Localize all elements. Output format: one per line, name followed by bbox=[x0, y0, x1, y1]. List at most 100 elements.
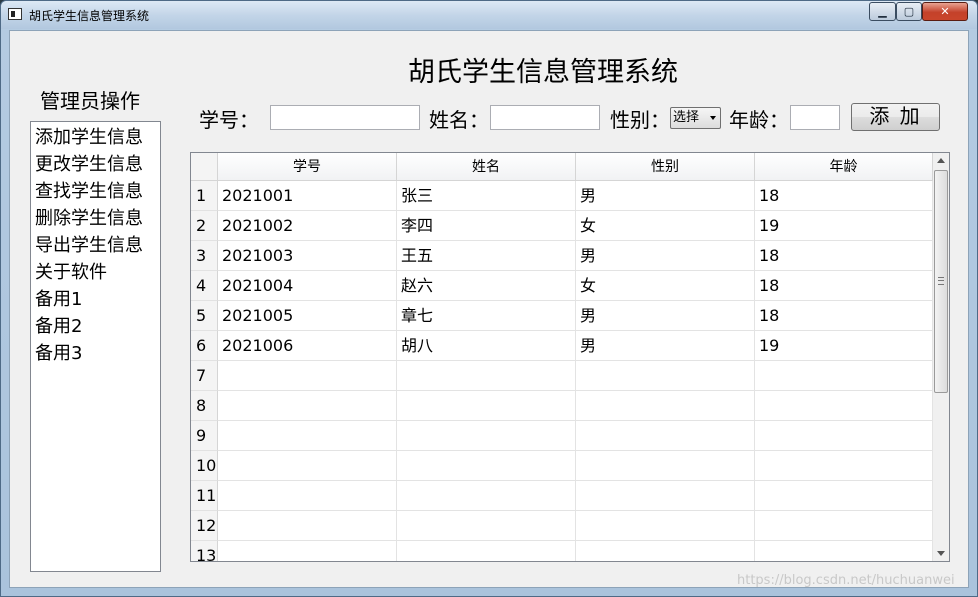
row-header[interactable]: 10 bbox=[191, 451, 218, 481]
student-table[interactable]: 学号 姓名 性别 年龄 1 2021001 张三男 18 2 2021002 李四女 19 3 20210… bbox=[190, 152, 950, 562]
table-cell[interactable]: 18 bbox=[755, 301, 933, 331]
row-header[interactable]: 13 bbox=[191, 541, 218, 561]
vertical-scrollbar[interactable] bbox=[932, 153, 949, 561]
table-cell[interactable] bbox=[397, 391, 576, 421]
table-cell[interactable] bbox=[218, 451, 397, 481]
table-cell[interactable] bbox=[218, 391, 397, 421]
table-cell[interactable]: 女 bbox=[576, 211, 755, 241]
table-cell[interactable] bbox=[218, 511, 397, 541]
table-cell[interactable] bbox=[576, 361, 755, 391]
table-cell[interactable] bbox=[218, 481, 397, 511]
table-cell[interactable]: 18 bbox=[755, 241, 933, 271]
table-corner-button[interactable] bbox=[191, 153, 218, 181]
table-cell[interactable] bbox=[397, 481, 576, 511]
student-id-label: 学号： bbox=[199, 108, 259, 132]
table-cell[interactable]: 男 bbox=[576, 241, 755, 271]
row-header[interactable]: 1 bbox=[191, 181, 218, 211]
table-cell[interactable] bbox=[755, 451, 933, 481]
column-header[interactable]: 姓名 bbox=[397, 153, 576, 181]
row-header[interactable]: 12 bbox=[191, 511, 218, 541]
close-button[interactable]: ✕ bbox=[922, 2, 968, 21]
operation-list[interactable]: 添加学生信息 更改学生信息 查找学生信息 删除学生信息 导出学生信息 关于软件 备用1 备用2… bbox=[30, 121, 161, 572]
gender-select[interactable]: 选择 bbox=[670, 107, 721, 129]
column-header[interactable]: 年龄 bbox=[755, 153, 933, 181]
table-cell[interactable] bbox=[755, 511, 933, 541]
list-item[interactable]: 关于软件 bbox=[31, 259, 160, 286]
row-header[interactable]: 7 bbox=[191, 361, 218, 391]
table-cell[interactable] bbox=[755, 541, 933, 561]
table-cell[interactable]: 2021002 bbox=[218, 211, 397, 241]
title-bar[interactable]: 胡氏学生信息管理系统 ▁ ▢ ✕ bbox=[1, 1, 977, 29]
row-header[interactable]: 2 bbox=[191, 211, 218, 241]
table-cell[interactable] bbox=[576, 481, 755, 511]
table-cell[interactable]: 胡八 bbox=[397, 331, 576, 361]
row-header[interactable]: 8 bbox=[191, 391, 218, 421]
table-cell[interactable] bbox=[397, 511, 576, 541]
table-cell[interactable] bbox=[397, 541, 576, 561]
table-cell[interactable] bbox=[755, 421, 933, 451]
table-cell[interactable] bbox=[218, 541, 397, 561]
table-cell[interactable]: 2021005 bbox=[218, 301, 397, 331]
table-cell[interactable]: 女 bbox=[576, 271, 755, 301]
list-item[interactable]: 删除学生信息 bbox=[31, 205, 160, 232]
table-cell[interactable]: 赵六 bbox=[397, 271, 576, 301]
table-cell[interactable] bbox=[755, 361, 933, 391]
list-item[interactable]: 添加学生信息 bbox=[31, 124, 160, 151]
app-window: 胡氏学生信息管理系统 ▁ ▢ ✕ 管理员操作 添加学生信息 更改学生信息 查找学生信… bbox=[0, 0, 978, 597]
grip-icon bbox=[938, 277, 944, 285]
table-cell[interactable] bbox=[755, 481, 933, 511]
row-header[interactable]: 6 bbox=[191, 331, 218, 361]
table-cell[interactable]: 男 bbox=[576, 181, 755, 211]
table-cell[interactable]: 19 bbox=[755, 331, 933, 361]
age-input[interactable] bbox=[790, 105, 840, 130]
scrollbar-thumb[interactable] bbox=[934, 170, 948, 393]
watermark: https://blog.csdn.net/huchuanwei bbox=[737, 573, 955, 588]
page-title: 胡氏学生信息管理系统 bbox=[408, 57, 678, 88]
table-cell[interactable] bbox=[397, 361, 576, 391]
table-cell[interactable]: 男 bbox=[576, 301, 755, 331]
table-cell[interactable] bbox=[576, 391, 755, 421]
minimize-button[interactable]: ▁ bbox=[869, 2, 896, 21]
maximize-button[interactable]: ▢ bbox=[896, 2, 922, 21]
row-header[interactable]: 5 bbox=[191, 301, 218, 331]
list-item[interactable]: 更改学生信息 bbox=[31, 151, 160, 178]
table-cell[interactable] bbox=[218, 421, 397, 451]
table-cell[interactable]: 18 bbox=[755, 271, 933, 301]
table-cell[interactable]: 2021006 bbox=[218, 331, 397, 361]
table-cell[interactable] bbox=[755, 391, 933, 421]
row-header[interactable]: 4 bbox=[191, 271, 218, 301]
table-cell[interactable]: 19 bbox=[755, 211, 933, 241]
list-item[interactable]: 备用3 bbox=[31, 340, 160, 367]
row-header[interactable]: 9 bbox=[191, 421, 218, 451]
table-cell[interactable]: 2021001 bbox=[218, 181, 397, 211]
student-id-input[interactable] bbox=[270, 105, 420, 130]
table-cell[interactable]: 18 bbox=[755, 181, 933, 211]
row-header[interactable]: 11 bbox=[191, 481, 218, 511]
column-header[interactable]: 学号 bbox=[218, 153, 397, 181]
table-cell[interactable] bbox=[576, 421, 755, 451]
table-cell[interactable]: 王五 bbox=[397, 241, 576, 271]
table-cell[interactable]: 2021003 bbox=[218, 241, 397, 271]
table-cell[interactable] bbox=[576, 511, 755, 541]
column-header[interactable]: 性别 bbox=[576, 153, 755, 181]
table-cell[interactable]: 李四 bbox=[397, 211, 576, 241]
table-cell[interactable] bbox=[576, 541, 755, 561]
list-item[interactable]: 查找学生信息 bbox=[31, 178, 160, 205]
table-cell[interactable] bbox=[218, 361, 397, 391]
list-item[interactable]: 备用2 bbox=[31, 313, 160, 340]
table-cell[interactable]: 张三 bbox=[397, 181, 576, 211]
table-cell[interactable] bbox=[576, 451, 755, 481]
table-cell[interactable]: 章七 bbox=[397, 301, 576, 331]
table-cell[interactable]: 2021004 bbox=[218, 271, 397, 301]
scroll-up-arrow-icon[interactable] bbox=[937, 158, 945, 163]
window-title: 胡氏学生信息管理系统 bbox=[29, 9, 150, 23]
add-button[interactable]: 添 加 bbox=[851, 103, 940, 131]
name-input[interactable] bbox=[490, 105, 600, 130]
list-item[interactable]: 导出学生信息 bbox=[31, 232, 160, 259]
list-item[interactable]: 备用1 bbox=[31, 286, 160, 313]
scroll-down-arrow-icon[interactable] bbox=[937, 551, 945, 556]
table-cell[interactable] bbox=[397, 451, 576, 481]
table-cell[interactable] bbox=[397, 421, 576, 451]
row-header[interactable]: 3 bbox=[191, 241, 218, 271]
table-cell[interactable]: 男 bbox=[576, 331, 755, 361]
